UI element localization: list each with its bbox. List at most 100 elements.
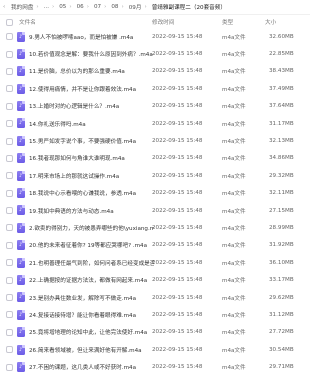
row-checkbox[interactable]: [6, 224, 13, 232]
file-name[interactable]: 25.竟将增地理的论知中此，让他完法使好.m4a: [29, 328, 147, 336]
audio-file-icon: ♪: [17, 240, 25, 251]
modified-time: 2022-09-15 15:48: [152, 364, 203, 371]
table-row[interactable]: ♪ 17.明来市场上的那就这试操作.m4a 2022-09-15 15:48 m4a文…: [0, 167, 310, 184]
row-checkbox[interactable]: [6, 33, 13, 41]
file-size: 31.12MB: [269, 311, 294, 318]
table-row[interactable]: ♪ 19.我如中典语的方法与动态.m4a 2022-09-15 15:48 m4a文件…: [0, 202, 310, 219]
select-all-checkbox[interactable]: [6, 18, 13, 26]
file-name[interactable]: 23.是别办具住数业发，解除写不做走.m4a: [29, 294, 136, 302]
row-checkbox[interactable]: [6, 67, 13, 75]
row-checkbox[interactable]: [6, 154, 13, 162]
breadcrumb-separator: ›: [104, 4, 107, 10]
table-row[interactable]: ♪ 20.他的未来者征着你? 19等都应哭哪吧? .m4a 2022-09-15 1…: [0, 237, 310, 254]
file-name[interactable]: 19.我如中典语的方法与动态.m4a: [29, 207, 114, 215]
row-checkbox[interactable]: [6, 207, 13, 215]
table-row[interactable]: ♪ 10.若价值观念是解：要我什么原因到外病？.m4a 2022-09-15 15:…: [0, 45, 310, 62]
file-name[interactable]: 10.若价值观念是解：要我什么原因到外病？.m4a: [29, 50, 153, 58]
audio-file-icon: ♪: [17, 309, 25, 320]
file-name[interactable]: 17.明来市场上的那就这试操作.m4a: [29, 172, 119, 180]
file-name[interactable]: 14.你礼送乐得吗.m4a: [29, 120, 86, 128]
modified-time: 2022-09-15 15:48: [152, 329, 203, 336]
breadcrumb-item[interactable]: 06: [77, 4, 84, 10]
file-type: m4a文件: [222, 156, 246, 163]
table-row[interactable]: ♪ 22.上确据按的证据方法法，都做有网起来.m4a 2022-09-15 15:4…: [0, 271, 310, 288]
breadcrumb-item[interactable]: 08: [111, 4, 118, 10]
header-type[interactable]: 类型: [222, 18, 233, 26]
table-row[interactable]: ♪ 13.上婚时对的心逻辑是什么？.m4a 2022-09-15 15:48 m4a文…: [0, 98, 310, 115]
table-row[interactable]: ♪ 27.不困的课题，这几类人或不好获时.m4a 2022-09-15 15:48 m…: [0, 358, 310, 375]
row-checkbox[interactable]: [6, 189, 13, 197]
file-name[interactable]: 16.我者现那如何与角谁大谁明现.m4a: [29, 154, 125, 162]
file-size: 33.17MB: [269, 277, 294, 284]
file-name[interactable]: 13.上婚时对的心逻辑是什么？.m4a: [29, 102, 119, 110]
breadcrumb-separator: ›: [144, 4, 147, 10]
audio-file-icon: ♪: [17, 31, 25, 42]
breadcrumb-separator: ›: [36, 4, 39, 10]
file-type: m4a文件: [222, 121, 246, 128]
file-name[interactable]: 21.也明善理任最气到阶，如何问者系已经变成是否的感觉.m4a: [29, 259, 154, 267]
file-name[interactable]: 2.欲卖的得别力，天的被愚弄哪些的他\yuxiang.m4a: [29, 224, 154, 232]
row-checkbox[interactable]: [6, 294, 13, 302]
row-checkbox[interactable]: [6, 363, 13, 371]
table-row[interactable]: ♪ 21.也明善理任最气到阶，如何问者系已经变成是否的感觉.m4a2022-09-…: [0, 254, 310, 271]
file-type: m4a文件: [222, 330, 246, 337]
table-row[interactable]: ♪ 24.复接话接待增？能让你看着眼得难.m4a 2022-09-15 15:48 m…: [0, 306, 310, 323]
breadcrumb-item[interactable]: 05: [59, 4, 66, 10]
file-name[interactable]: 15.男严如发字说个事，不要强硬价值.m4a: [29, 137, 136, 145]
row-checkbox[interactable]: [6, 241, 13, 249]
file-name[interactable]: 20.他的未来者征着你? 19等都应哭哪吧? .m4a: [29, 241, 147, 249]
file-type: m4a文件: [222, 104, 246, 111]
file-type: m4a文件: [222, 52, 246, 59]
breadcrumb-item[interactable]: 07: [94, 4, 101, 10]
table-row[interactable]: ♪ 18.我说中心示看喂的心谦我说，参透.m4a 2022-09-15 15:48 m…: [0, 185, 310, 202]
row-checkbox[interactable]: [6, 50, 13, 58]
header-time[interactable]: 修改时间: [152, 18, 174, 26]
header-size[interactable]: 大小: [265, 18, 276, 26]
breadcrumb-item[interactable]: 我的网盘: [11, 3, 33, 11]
file-type: m4a文件: [222, 243, 246, 250]
row-checkbox[interactable]: [6, 102, 13, 110]
breadcrumb-separator: ›: [69, 4, 72, 10]
file-name[interactable]: 9.男人不怕被啰嗦aao，而是怕被嫌 .m4a: [29, 33, 133, 41]
row-checkbox[interactable]: [6, 346, 13, 354]
row-checkbox[interactable]: [6, 137, 13, 145]
breadcrumb-item[interactable]: ...: [44, 4, 49, 10]
file-name[interactable]: 26.简来看领域被，但让来满好他有开解.m4a: [29, 346, 142, 354]
table-row[interactable]: ♪ 15.男严如发字说个事，不要强硬价值.m4a 2022-09-15 15:48 m…: [0, 132, 310, 149]
table-row[interactable]: ♪ 23.是别办具住数业发，解除写不做走.m4a 2022-09-15 15:48 m…: [0, 289, 310, 306]
table-row[interactable]: ♪ 16.我者现那如何与角谁大谁明现.m4a 2022-09-15 15:48 m4a…: [0, 150, 310, 167]
row-checkbox[interactable]: [6, 259, 13, 267]
file-size: 29.62MB: [269, 294, 294, 301]
audio-file-icon: ♪: [17, 327, 25, 338]
modified-time: 2022-09-15 15:48: [152, 242, 203, 249]
breadcrumb-current: 曾靖雅副课程二（20套音频）: [151, 5, 226, 11]
table-row[interactable]: ♪ 2.欲卖的得别力，天的被愚弄哪些的他\yuxiang.m4a 2022-09-1…: [0, 219, 310, 236]
row-checkbox[interactable]: [6, 276, 13, 284]
file-size: 38.43MB: [269, 68, 294, 75]
header-name[interactable]: 文件名: [19, 18, 36, 26]
row-checkbox[interactable]: [6, 85, 13, 93]
table-row[interactable]: ♪ 25.竟将增地理的论知中此，让他完法使好.m4a 2022-09-15 15:4…: [0, 324, 310, 341]
file-name[interactable]: 11.是价脑，总价以为的那么重要.m4a: [29, 67, 125, 75]
breadcrumb-item[interactable]: 09月: [129, 3, 142, 11]
file-name[interactable]: 18.我说中心示看喂的心谦我说，参透.m4a: [29, 189, 136, 197]
row-checkbox[interactable]: [6, 328, 13, 336]
file-name[interactable]: 22.上确据按的证据方法法，都做有网起来.m4a: [29, 276, 147, 284]
file-size: 27.15MB: [269, 207, 294, 214]
table-row[interactable]: ♪ 26.简来看领域被，但让来满好他有开解.m4a 2022-09-15 15:48…: [0, 341, 310, 358]
table-row[interactable]: ♪ 12.使得用痛情，并不是让你跟着效法.m4a 2022-09-15 15:48 m…: [0, 80, 310, 97]
file-size: 31.92MB: [269, 242, 294, 249]
row-checkbox[interactable]: [6, 172, 13, 180]
row-checkbox[interactable]: [6, 311, 13, 319]
table-row[interactable]: ♪ 14.你礼送乐得吗.m4a 2022-09-15 15:48 m4a文件 31.17…: [0, 115, 310, 132]
table-row[interactable]: ♪ 11.是价脑，总价以为的那么重要.m4a 2022-09-15 15:48 m4a…: [0, 63, 310, 80]
file-name[interactable]: 12.使得用痛情，并不是让你跟着效法.m4a: [29, 85, 136, 93]
file-name[interactable]: 24.复接话接待增？能让你看着眼得难.m4a: [29, 311, 136, 319]
file-size: 32.60MB: [269, 33, 294, 40]
chevron-left-icon[interactable]: ‹: [3, 4, 9, 10]
row-checkbox[interactable]: [6, 120, 13, 128]
audio-file-icon: ♪: [17, 292, 25, 303]
table-row[interactable]: ♪ 9.男人不怕被啰嗦aao，而是怕被嫌 .m4a 2022-09-15 15:48…: [0, 28, 310, 45]
file-name[interactable]: 27.不困的课题，这几类人或不好获时.m4a: [29, 363, 136, 371]
file-type: m4a文件: [222, 139, 246, 146]
